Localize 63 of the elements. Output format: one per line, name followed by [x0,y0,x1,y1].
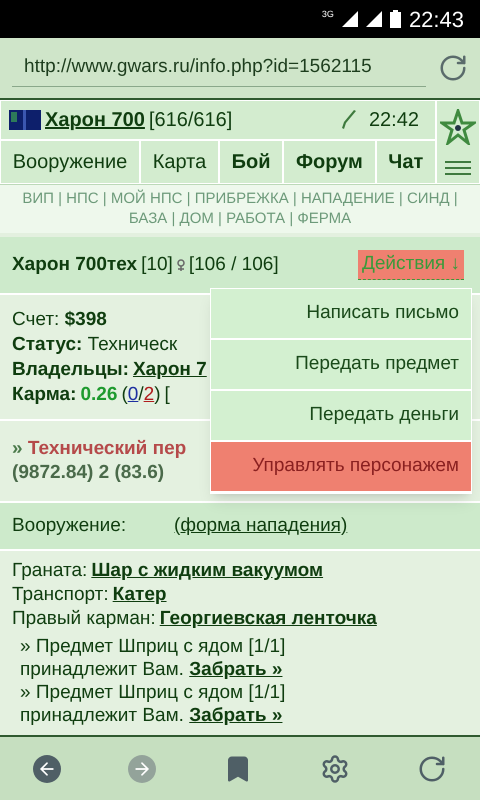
menu-icon[interactable] [445,160,471,176]
nav-tab[interactable]: Карта [140,140,219,184]
star-icon[interactable] [440,108,476,144]
take-link[interactable]: Забрать » [189,705,282,726]
equipment-link[interactable]: Катер [112,583,167,607]
back-icon[interactable] [33,754,62,782]
equipment-label: Граната: [12,559,88,583]
karma-plus-link[interactable]: 0 [128,382,138,407]
player-hp: [616/616] [148,108,232,133]
owners-label: Владельцы: [12,358,129,382]
owner-link[interactable]: Харон 7 [132,357,207,382]
female-icon [176,259,185,271]
take-link[interactable]: Забрать » [189,659,282,680]
battery-icon [390,10,401,28]
owned-item-text: » Предмет Шприц с ядом [1/1] принадлежит Вам. Забрать » [20,635,286,681]
owned-item-text: » Предмет Шприц с ядом [1/1] принадлежит Вам. Забрать » [20,681,286,727]
separator: | [186,190,191,207]
nav-tab[interactable]: Форум [283,140,376,184]
karma-minus-link[interactable]: 2 [144,382,154,407]
separator: | [58,190,62,207]
attack-form-link[interactable]: (форма нападения) [174,512,348,540]
separator: | [289,210,294,227]
player-link[interactable]: Харон 700 [45,105,145,135]
role-title: » Технический пер [12,437,188,461]
equipment-label: Правый карман: [12,607,156,631]
separator: | [171,210,176,227]
karma-paren: ) [154,383,161,407]
signal-icon [366,11,382,27]
rifle-icon [340,110,357,130]
network-label: 3G [322,8,334,21]
nav-tab[interactable]: Вооружение [0,140,140,184]
forward-icon[interactable] [128,754,156,782]
reload-icon[interactable] [416,754,447,784]
separator: | [398,190,403,207]
nav-tab[interactable]: Чат [376,140,436,184]
settings-icon[interactable] [320,754,350,784]
reload-icon[interactable] [438,53,468,83]
karma-bracket: [ [164,383,170,407]
menu-item[interactable]: Написать письмо [211,289,471,340]
karma-slash: / [138,383,144,407]
server-time: 22:42 [368,108,419,133]
armament-label: Вооружение: [12,514,128,538]
separator: | [102,190,107,207]
equipment-link[interactable]: Шар с жидким вакуумом [91,559,324,583]
clock: 22:43 [408,6,464,34]
role-stats: (9872.84) 2 (83.6) [12,461,164,485]
avatar-icon [9,110,41,130]
account-line: Счет: $398 [12,308,107,332]
karma-value: 0.26 [80,383,118,407]
equipment-label: Транспорт: [12,583,109,607]
status-line: Статус: Техническ [12,333,178,357]
separator: | [454,190,458,207]
character-hp: [106 / 106] [188,252,279,277]
karma-paren: ( [121,383,128,407]
menu-item[interactable]: Передать предмет [211,340,471,391]
nav-tab[interactable]: Бой [218,140,284,184]
character-name: Харон 700тех [12,252,138,277]
character-level: [10] [141,252,173,277]
equipment-link[interactable]: Георгиевская ленточка [160,607,377,631]
signal-icon [342,11,358,27]
karma-label: Карма: [12,383,76,407]
separator: | [292,190,297,207]
separator: | [218,210,222,227]
